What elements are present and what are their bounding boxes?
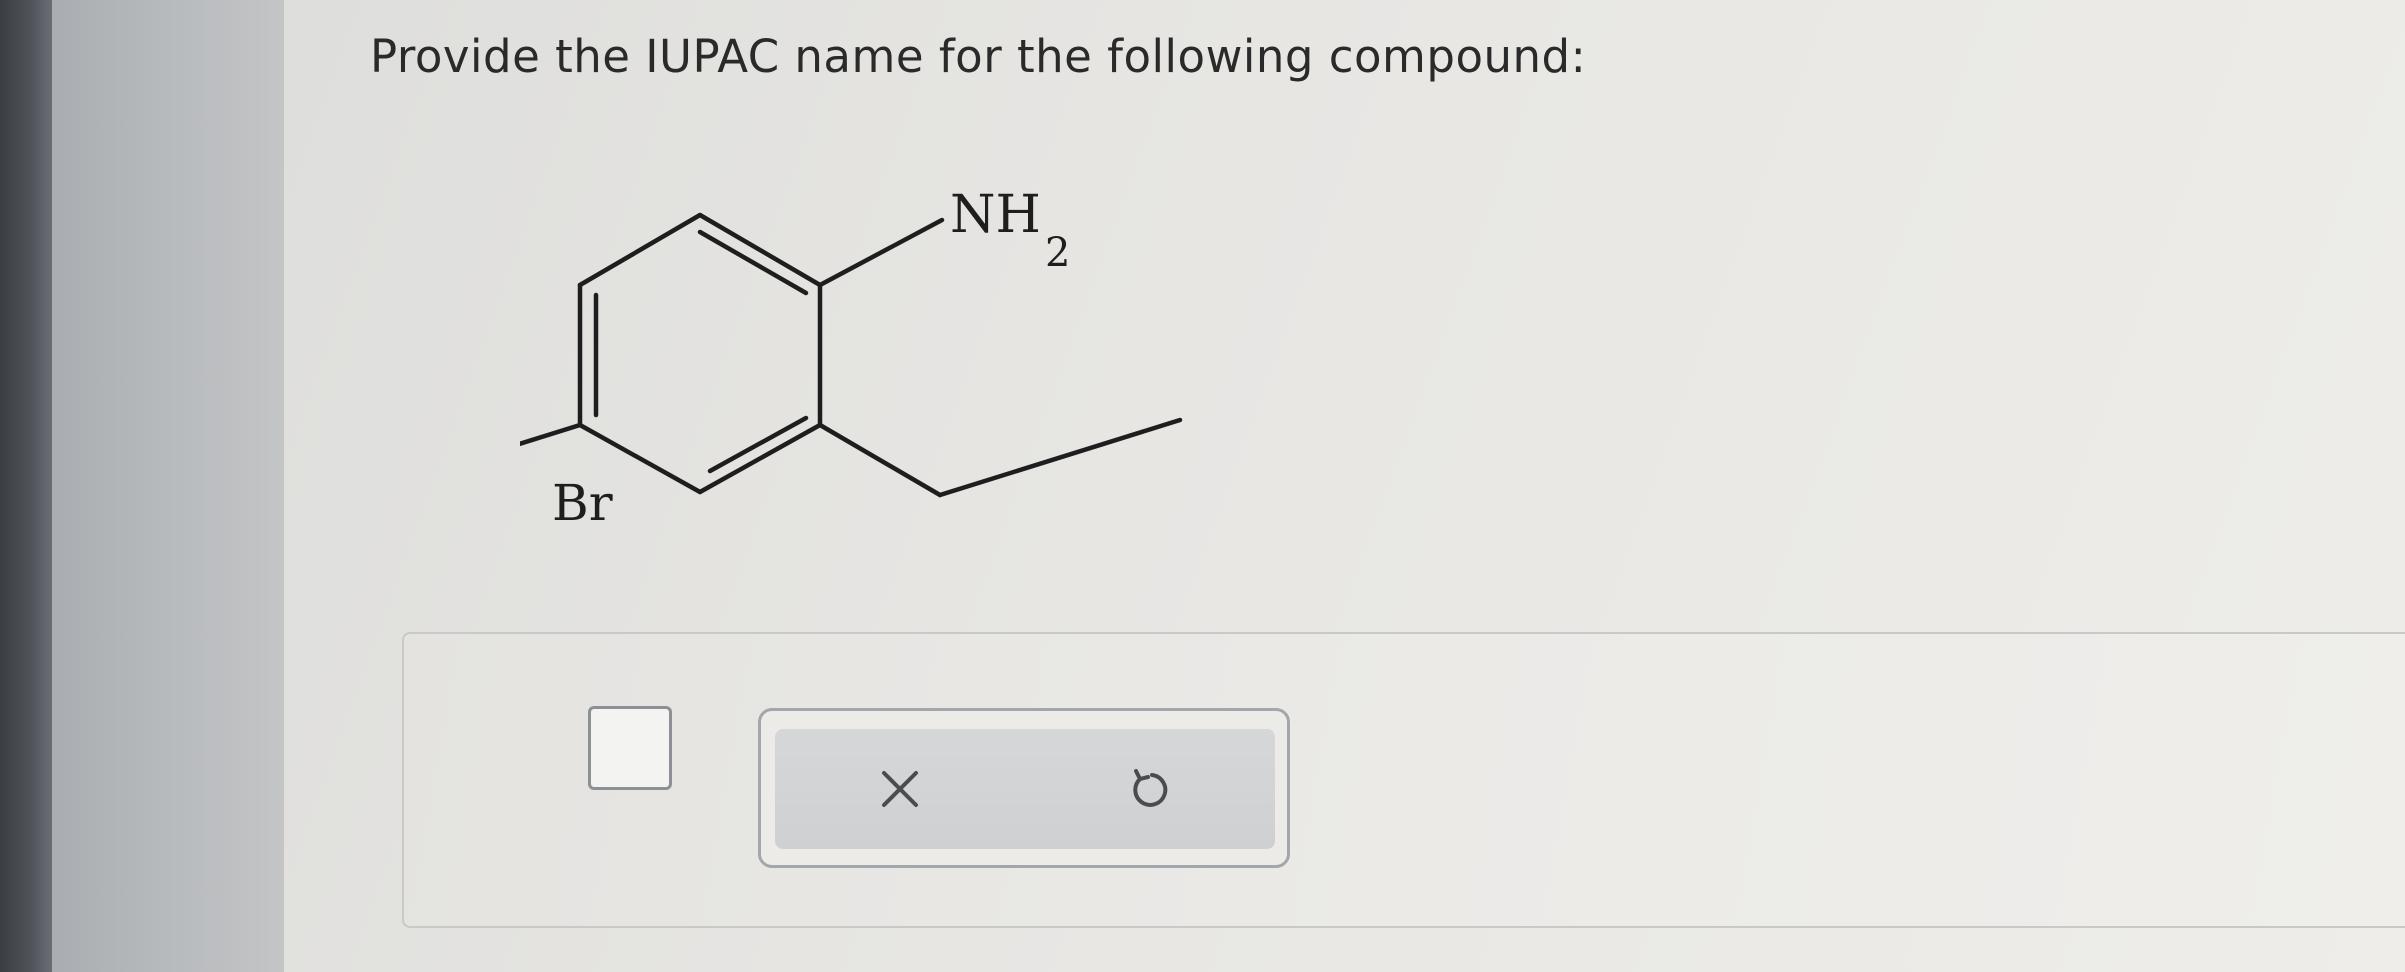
toolbar — [758, 708, 1290, 868]
ring-bond-1 — [697, 212, 823, 288]
ring-bond-6 — [577, 212, 703, 288]
clear-button[interactable] — [775, 729, 1025, 849]
double-bond-inner-1 — [697, 229, 809, 296]
molecule-bonds — [520, 212, 1183, 498]
answer-input[interactable] — [588, 706, 672, 790]
undo-button[interactable] — [1025, 729, 1275, 849]
bond-to-bromine — [520, 422, 583, 447]
double-bond-inner-3 — [707, 415, 809, 474]
answer-panel — [402, 632, 2405, 928]
ring-bond-3 — [697, 422, 823, 495]
bromine-label-wrap: Br — [552, 474, 613, 532]
ethyl-bond-2 — [937, 417, 1183, 498]
bond-to-amine — [817, 217, 945, 288]
amine-subscript: 2 — [1045, 230, 1070, 276]
close-icon — [882, 771, 918, 807]
screen-bezel — [0, 0, 52, 972]
ethyl-bond-1 — [817, 422, 943, 498]
toolbar-inner — [775, 729, 1275, 849]
amine-label: NH — [950, 185, 1041, 245]
question-prompt: Provide the IUPAC name for the following… — [370, 30, 1587, 83]
undo-icon — [1133, 769, 1168, 807]
left-gutter — [52, 0, 284, 972]
bromine-label: Br — [552, 474, 613, 532]
